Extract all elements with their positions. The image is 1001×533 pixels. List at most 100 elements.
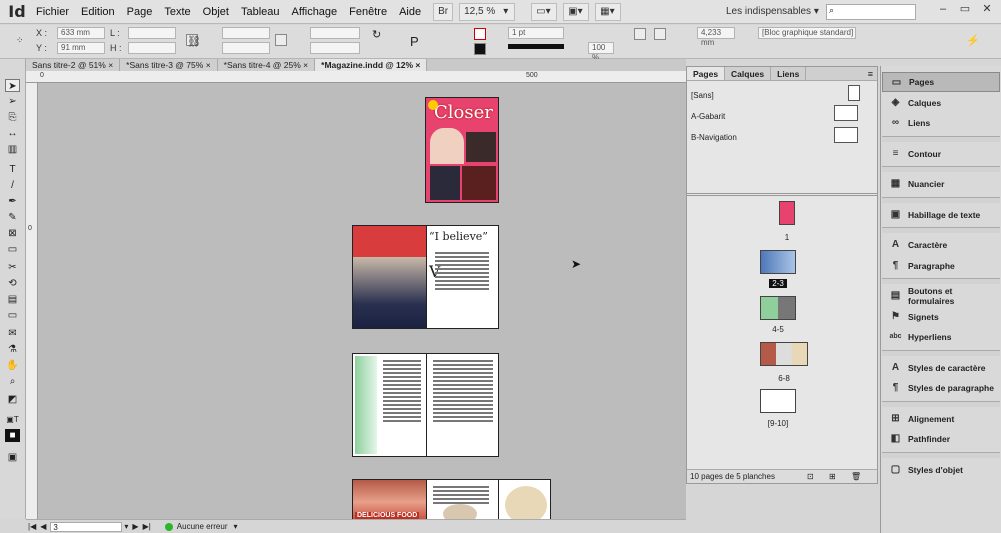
menu-aide[interactable]: Aide — [393, 0, 427, 24]
delete-page-icon[interactable]: 🗑 — [851, 470, 861, 484]
gradient-tool-icon[interactable]: ▤ — [5, 293, 20, 306]
arrange-documents-button[interactable]: ▦▾ — [595, 2, 622, 21]
dock-item-signets[interactable]: ⚑ Signets — [882, 307, 1000, 327]
zoom-select[interactable]: 12,5 % ▾ — [459, 2, 516, 21]
preflight-status[interactable]: Aucune erreur — [177, 522, 228, 531]
close-icon[interactable]: × — [108, 60, 113, 70]
horizontal-ruler[interactable]: 0 500 — [26, 71, 686, 83]
doc-tab-sans-titre-4[interactable]: *Sans titre-4 @ 25% × — [217, 59, 316, 71]
chevron-down-icon[interactable]: ▾ — [234, 522, 238, 531]
dock-separator[interactable] — [882, 196, 1000, 203]
page-thumb-4-5[interactable] — [760, 296, 796, 320]
object-style-select[interactable]: [Bloc graphique standard] — [758, 27, 856, 39]
fit-frame-icon[interactable] — [654, 28, 666, 40]
fill-swatch-icon[interactable] — [474, 28, 486, 40]
doc-tab-sans-titre-3[interactable]: *Sans titre-3 @ 75% × — [120, 59, 218, 71]
vertical-ruler[interactable]: 0 500 — [26, 83, 40, 526]
dock-item-pathfinder[interactable]: ◧ Pathfinder — [882, 429, 1000, 449]
master-b-navigation[interactable]: B-Navigation — [691, 133, 737, 142]
master-thumb[interactable] — [834, 127, 858, 143]
spread-2-3[interactable]: “I believe” V — [352, 225, 499, 329]
dock-item-nuancier[interactable]: ▦ Nuancier — [882, 174, 1000, 194]
dock-item-caract-re[interactable]: A Caractère — [882, 235, 1000, 255]
gap-tool-icon[interactable]: ↔ — [5, 127, 20, 140]
zoom-tool-icon[interactable]: ⌕ — [5, 375, 20, 388]
chevron-down-icon[interactable]: ▾ — [124, 522, 128, 531]
tab-liens[interactable]: Liens — [771, 67, 807, 80]
dock-item-liens[interactable]: ∞ Liens — [882, 113, 1000, 133]
scale-x-field[interactable] — [222, 27, 270, 39]
doc-tab-sans-titre-2[interactable]: Sans titre-2 @ 51% × — [26, 59, 121, 71]
dock-separator[interactable] — [882, 349, 1000, 356]
view-options-button[interactable]: ▣▾ — [563, 2, 590, 21]
dock-item-contour[interactable]: ≡ Contour — [882, 144, 1000, 164]
pen-tool-icon[interactable]: ✒ — [5, 195, 20, 208]
dock-separator[interactable] — [882, 400, 1000, 407]
dock-separator[interactable] — [882, 227, 1000, 233]
stroke-weight-field[interactable]: 1 pt — [508, 27, 564, 39]
pasteboard[interactable]: Closer “I believe” V — [38, 83, 686, 519]
height-field[interactable] — [128, 42, 176, 54]
selection-tool-icon[interactable]: ➤ — [5, 79, 20, 92]
menu-page[interactable]: Page — [121, 0, 159, 24]
spread-6-8[interactable]: DELICIOUS FOOD — [352, 479, 551, 519]
dock-item-styles-de-caract-re[interactable]: A Styles de caractère — [882, 358, 1000, 378]
page-cover[interactable]: Closer — [425, 97, 499, 203]
note-tool-icon[interactable]: ✉ — [5, 327, 20, 340]
apply-color-icon[interactable]: ■ — [5, 429, 20, 442]
menu-texte[interactable]: Texte — [158, 0, 196, 24]
preflight-icon[interactable] — [164, 522, 173, 531]
eyedropper-tool-icon[interactable]: ⚗ — [5, 343, 20, 356]
gradient-feather-tool-icon[interactable]: ▭ — [5, 309, 20, 322]
panel-divider[interactable] — [687, 193, 877, 196]
frame-tool-icon[interactable]: ⊠ — [5, 227, 20, 240]
edit-page-size-icon[interactable]: ⊡ — [807, 470, 814, 484]
line-tool-icon[interactable]: / — [5, 179, 20, 192]
page-thumb-1[interactable] — [779, 201, 795, 225]
reference-point-icon[interactable]: ⁘ — [16, 35, 28, 47]
link-scale-icon[interactable] — [275, 34, 287, 46]
dock-item-styles-d-objet[interactable]: ▢ Styles d'objet — [882, 460, 1000, 480]
close-button[interactable]: ✕ — [978, 2, 996, 16]
page-thumb-9-10[interactable] — [760, 389, 796, 413]
dock-separator[interactable] — [882, 166, 1000, 172]
pencil-tool-icon[interactable]: ✎ — [5, 211, 20, 224]
doc-tab-magazine[interactable]: *Magazine.indd @ 12% × — [315, 59, 428, 71]
free-transform-tool-icon[interactable]: ⟲ — [5, 277, 20, 290]
next-page-icon[interactable]: ▶ — [132, 522, 138, 531]
scale-y-field[interactable] — [222, 42, 270, 54]
master-none[interactable]: [Sans] — [691, 91, 714, 100]
prev-page-icon[interactable]: ◀ — [40, 522, 46, 531]
x-position-field[interactable]: 633 mm — [57, 27, 105, 39]
stroke-swatch-icon[interactable] — [474, 43, 486, 55]
close-icon[interactable]: × — [206, 60, 211, 70]
content-collector-icon[interactable]: ▥ — [5, 143, 20, 156]
rotate-icon[interactable]: ↻ — [372, 28, 384, 41]
menu-fichier[interactable]: Fichier — [30, 0, 75, 24]
close-icon[interactable]: × — [415, 60, 420, 70]
master-a-gabarit[interactable]: A-Gabarit — [691, 112, 725, 121]
spread-4-5[interactable] — [352, 353, 499, 457]
first-page-icon[interactable]: |◀ — [28, 522, 36, 531]
dock-item-pages[interactable]: ▭ Pages — [882, 72, 1000, 92]
scissors-tool-icon[interactable]: ✂ — [5, 261, 20, 274]
dock-item-hyperliens[interactable]: abc Hyperliens — [882, 327, 1000, 347]
dock-separator[interactable] — [882, 278, 1000, 284]
offset-field[interactable]: 4,233 mm — [697, 27, 735, 47]
constrain-proportions-icon[interactable]: ⛓ — [186, 34, 201, 48]
text-wrap-icon[interactable] — [634, 28, 646, 40]
help-search-input[interactable]: ⌕ — [826, 4, 916, 20]
hand-tool-icon[interactable]: ✋ — [5, 359, 20, 372]
page-thumb-2-3[interactable] — [760, 250, 796, 274]
menu-fenetre[interactable]: Fenêtre — [343, 0, 393, 24]
formatting-affects-icon[interactable]: ▣T — [5, 413, 20, 426]
menu-edition[interactable]: Edition — [75, 0, 121, 24]
screen-mode-icon[interactable]: ▣ — [5, 451, 20, 464]
dock-item-calques[interactable]: ◈ Calques — [882, 93, 1000, 113]
width-field[interactable] — [128, 27, 176, 39]
rotation-field[interactable] — [310, 27, 360, 39]
dock-separator[interactable] — [882, 451, 1000, 458]
panel-menu-icon[interactable]: ≡ — [868, 67, 877, 80]
direct-selection-tool-icon[interactable]: ➢ — [5, 95, 20, 108]
type-tool-icon[interactable]: T — [5, 163, 20, 176]
